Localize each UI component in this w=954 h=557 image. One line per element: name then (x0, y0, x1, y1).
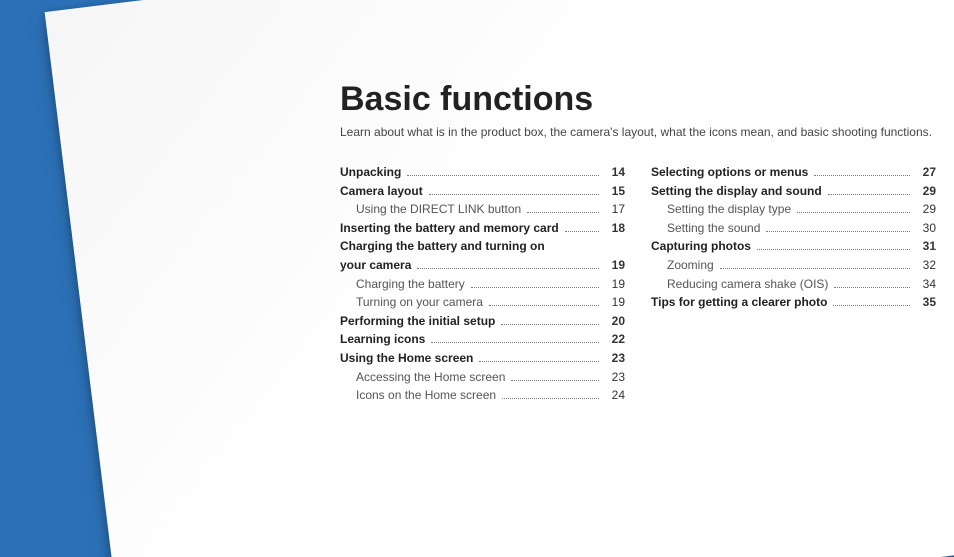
toc-entry[interactable]: Using the DIRECT LINK button 17 (340, 200, 625, 219)
toc-page-number: 17 (603, 200, 625, 219)
toc-entry[interactable]: Setting the display type 29 (651, 200, 936, 219)
toc-label: Zooming (651, 256, 714, 275)
toc-leader-dots (407, 175, 599, 176)
page-title: Basic functions (340, 80, 940, 119)
toc-entry[interactable]: Unpacking 14 (340, 163, 625, 182)
toc-leader-dots (501, 324, 599, 325)
toc-leader-dots (502, 398, 599, 399)
toc-label: Icons on the Home screen (340, 386, 496, 405)
toc-label: Selecting options or menus (651, 163, 808, 182)
toc-label: Unpacking (340, 163, 401, 182)
toc-page-number: 23 (603, 349, 625, 368)
toc-leader-dots (565, 231, 599, 232)
toc-entry[interactable]: Selecting options or menus 27 (651, 163, 936, 182)
toc-leader-dots (834, 287, 910, 288)
toc-leader-dots (489, 305, 599, 306)
toc-entry[interactable]: Setting the display and sound 29 (651, 182, 936, 201)
toc-leader-dots (511, 380, 599, 381)
viewport: Basic functions Learn about what is in t… (0, 0, 954, 557)
toc-entry[interactable]: Learning icons 22 (340, 330, 625, 349)
toc-label: Setting the sound (651, 219, 760, 238)
toc-entry[interactable]: Inserting the battery and memory card 18 (340, 219, 625, 238)
toc-page-number: 18 (603, 219, 625, 238)
toc-page-number: 32 (914, 256, 936, 275)
toc-page-number: 19 (603, 256, 625, 275)
toc-entry[interactable]: Accessing the Home screen 23 (340, 368, 625, 387)
toc-leader-dots (833, 305, 910, 306)
toc-leader-dots (766, 231, 910, 232)
toc-label: Using the DIRECT LINK button (340, 200, 521, 219)
toc-page-number: 15 (603, 182, 625, 201)
toc-leader-dots (471, 287, 599, 288)
toc-label: Turning on your camera (340, 293, 483, 312)
toc-label: Using the Home screen (340, 349, 473, 368)
toc-leader-dots (479, 361, 599, 362)
toc-entry[interactable]: Zooming 32 (651, 256, 936, 275)
toc-label: Charging the battery and turning on (340, 237, 625, 256)
toc-page-number: 22 (603, 330, 625, 349)
toc-label: Camera layout (340, 182, 423, 201)
toc-page-number: 29 (914, 182, 936, 201)
toc-column-left: Unpacking14Camera layout15Using the DIRE… (340, 163, 625, 405)
toc-entry[interactable]: Performing the initial setup 20 (340, 312, 625, 331)
toc-leader-dots (814, 175, 910, 176)
toc-label: Charging the battery (340, 275, 465, 294)
toc-entry[interactable]: Tips for getting a clearer photo 35 (651, 293, 936, 312)
toc-page-number: 27 (914, 163, 936, 182)
toc-leader-dots (431, 342, 599, 343)
toc-entry[interactable]: Charging the battery 19 (340, 275, 625, 294)
toc-label: Capturing photos (651, 237, 751, 256)
toc-page-number: 29 (914, 200, 936, 219)
toc-entry[interactable]: Charging the battery and turning onyour … (340, 237, 625, 274)
page-subtitle: Learn about what is in the product box, … (340, 125, 940, 139)
toc-page-number: 19 (603, 275, 625, 294)
toc-entry[interactable]: Setting the sound 30 (651, 219, 936, 238)
toc-label: Tips for getting a clearer photo (651, 293, 827, 312)
toc-page-number: 24 (603, 386, 625, 405)
toc-columns: Unpacking14Camera layout15Using the DIRE… (340, 163, 940, 405)
toc-label: Performing the initial setup (340, 312, 495, 331)
page-content: Basic functions Learn about what is in t… (340, 80, 940, 405)
toc-page-number: 14 (603, 163, 625, 182)
toc-column-right: Selecting options or menus27Setting the … (651, 163, 936, 405)
toc-label: Inserting the battery and memory card (340, 219, 559, 238)
toc-leader-dots (757, 249, 910, 250)
toc-page-number: 34 (914, 275, 936, 294)
toc-label: Setting the display type (651, 200, 791, 219)
toc-leader-dots (828, 194, 910, 195)
toc-entry[interactable]: Capturing photos 31 (651, 237, 936, 256)
toc-page-number: 23 (603, 368, 625, 387)
toc-entry[interactable]: Turning on your camera 19 (340, 293, 625, 312)
toc-page-number: 30 (914, 219, 936, 238)
toc-page-number: 20 (603, 312, 625, 331)
toc-label: Setting the display and sound (651, 182, 822, 201)
toc-leader-dots (527, 212, 599, 213)
toc-page-number: 19 (603, 293, 625, 312)
toc-leader-dots (797, 212, 910, 213)
toc-label: your camera (340, 256, 411, 275)
toc-leader-dots (429, 194, 599, 195)
toc-entry[interactable]: Camera layout 15 (340, 182, 625, 201)
toc-entry[interactable]: Using the Home screen 23 (340, 349, 625, 368)
toc-page-number: 31 (914, 237, 936, 256)
toc-entry[interactable]: Reducing camera shake (OIS) 34 (651, 275, 936, 294)
toc-leader-dots (720, 268, 910, 269)
toc-label: Accessing the Home screen (340, 368, 505, 387)
toc-leader-dots (417, 268, 599, 269)
document-page: Basic functions Learn about what is in t… (45, 0, 954, 557)
toc-label: Reducing camera shake (OIS) (651, 275, 828, 294)
toc-page-number: 35 (914, 293, 936, 312)
toc-label: Learning icons (340, 330, 425, 349)
toc-entry[interactable]: Icons on the Home screen 24 (340, 386, 625, 405)
